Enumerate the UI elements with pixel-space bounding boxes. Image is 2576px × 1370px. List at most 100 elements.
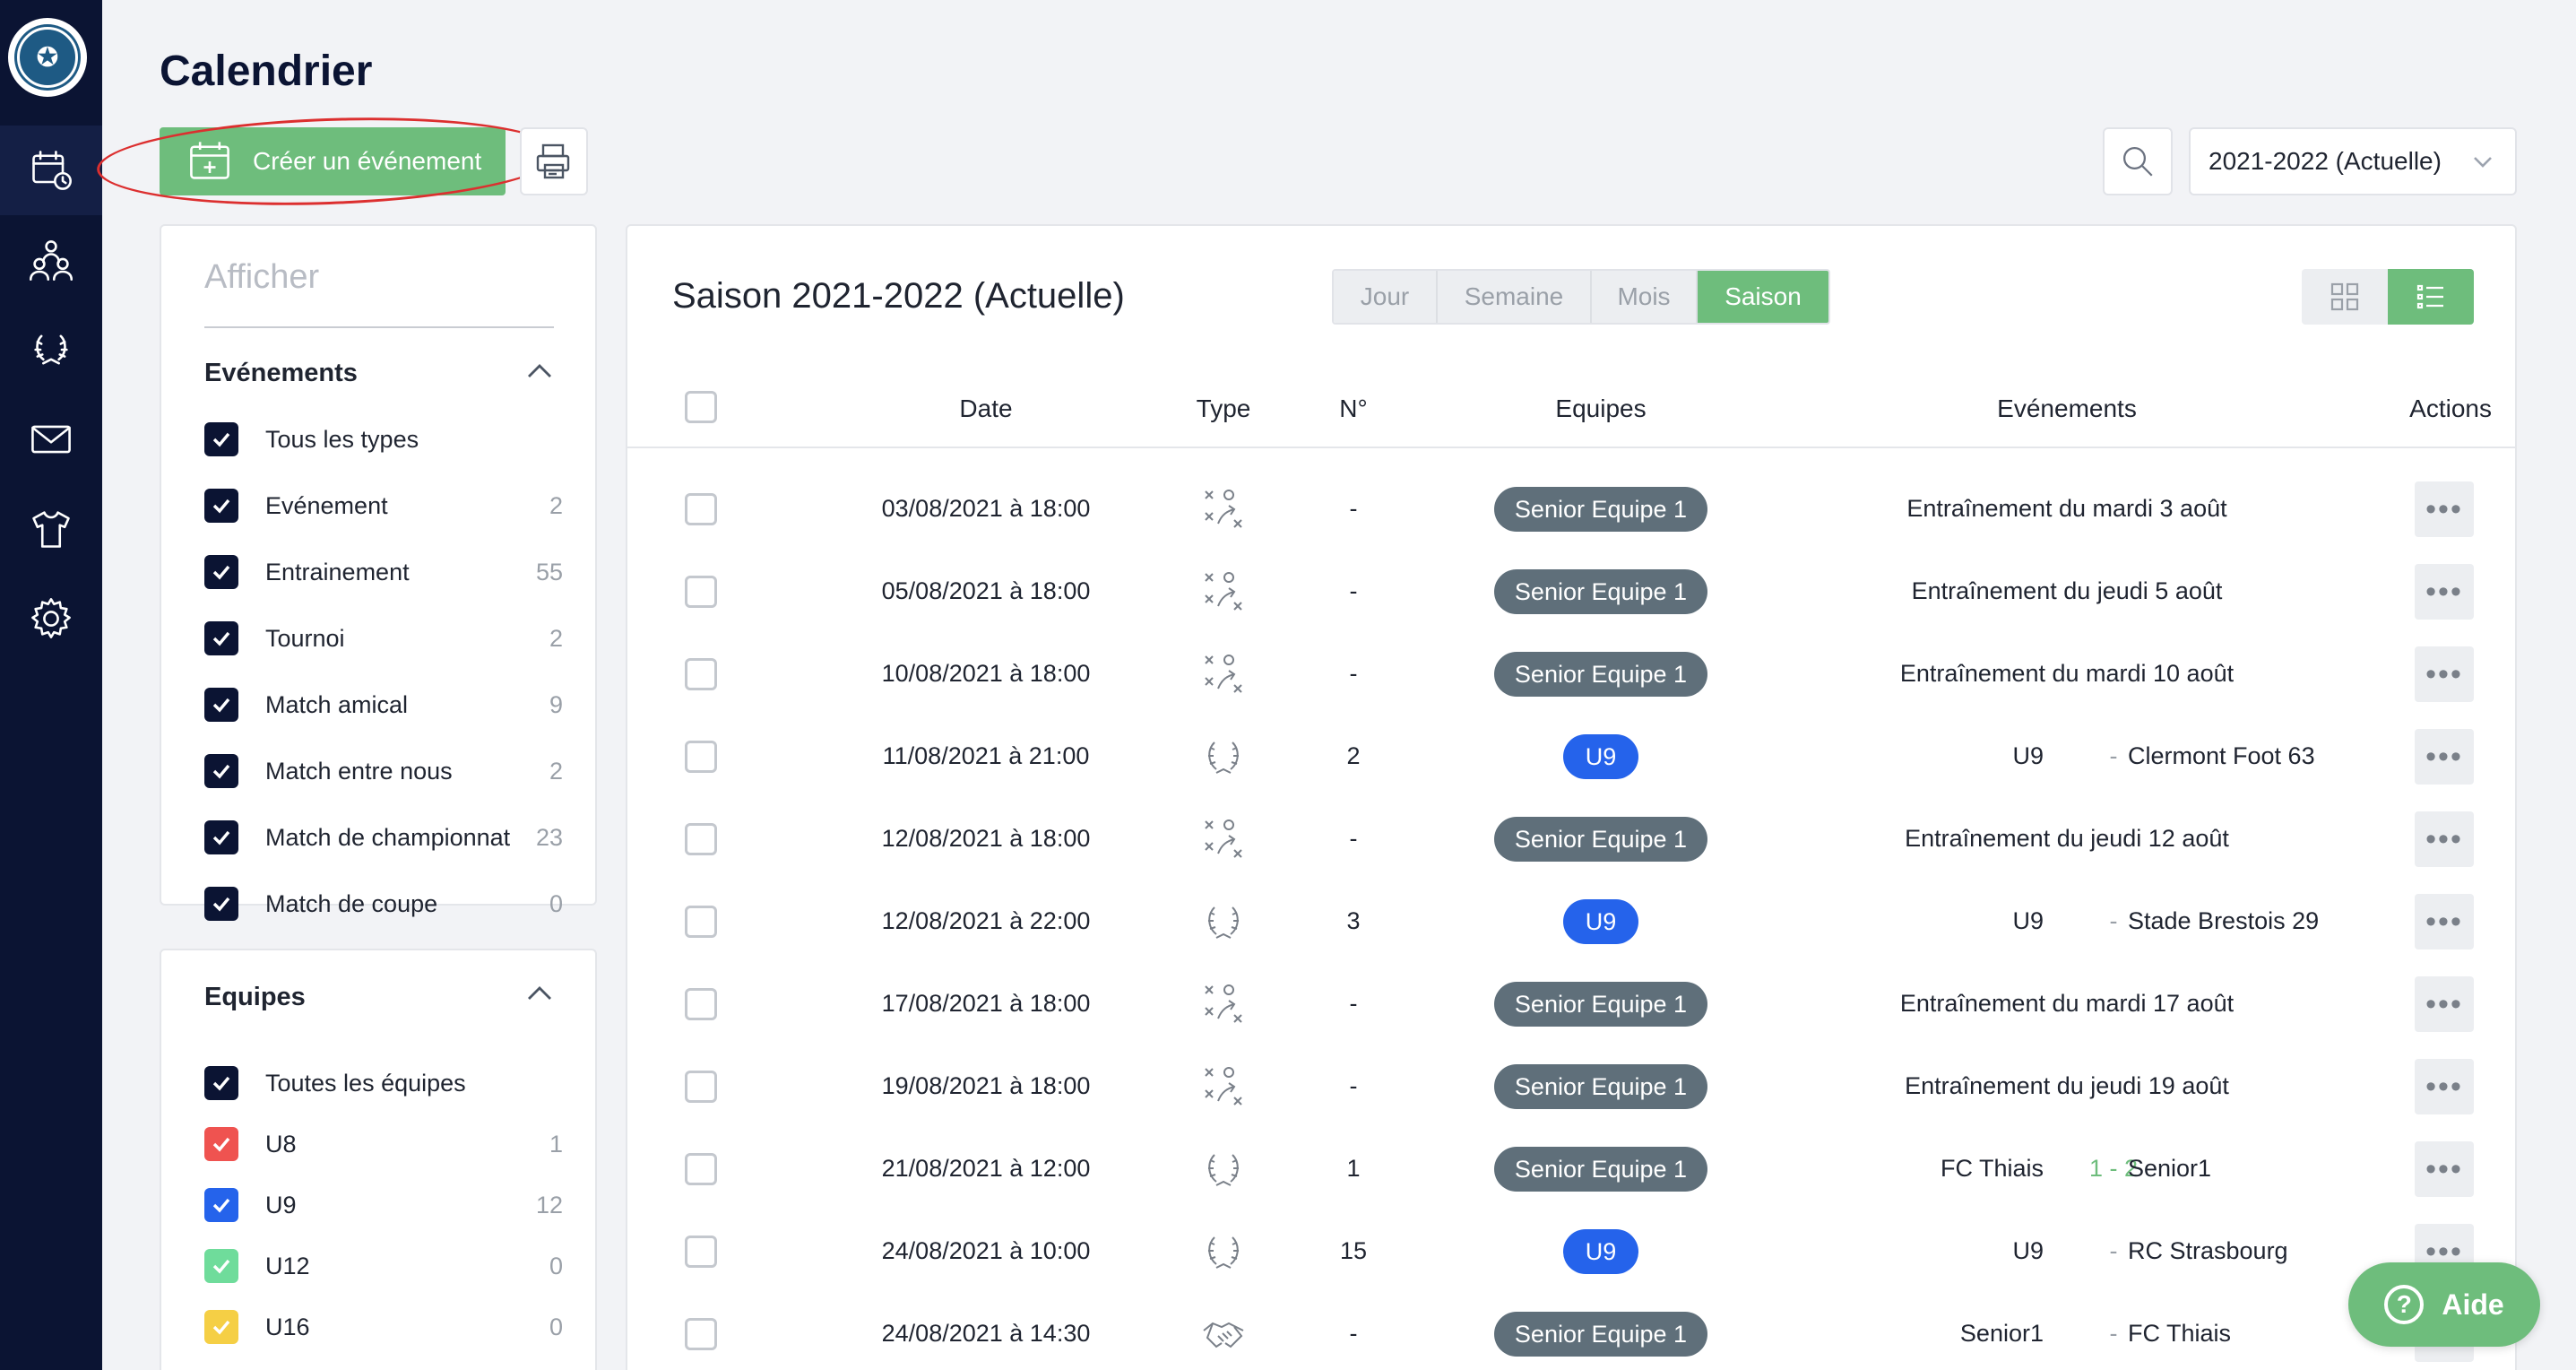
row-actions-button[interactable]: ••• bbox=[2415, 976, 2474, 1032]
option-label: Match de championnat bbox=[265, 823, 511, 851]
checkbox-checked[interactable] bbox=[204, 754, 238, 788]
row-actions-button[interactable]: ••• bbox=[2415, 729, 2474, 785]
row-checkbox[interactable] bbox=[685, 741, 717, 773]
row-actions-button[interactable]: ••• bbox=[2415, 1059, 2474, 1114]
team-badge[interactable]: Senior Equipe 1 bbox=[1494, 817, 1707, 862]
event-title[interactable]: Entraînement du mardi 3 août bbox=[1843, 495, 2291, 523]
event-filter-option[interactable]: Entrainement 55 bbox=[204, 554, 563, 590]
team-filter-option[interactable]: U8 1 bbox=[204, 1126, 563, 1162]
row-actions-button[interactable]: ••• bbox=[2415, 646, 2474, 702]
team-filter-option[interactable]: U16 0 bbox=[204, 1309, 563, 1345]
team-badge[interactable]: Senior Equipe 1 bbox=[1494, 982, 1707, 1027]
event-filter-option[interactable]: Match amical 9 bbox=[204, 687, 563, 723]
row-checkbox[interactable] bbox=[685, 658, 717, 690]
sidebar-item-settings[interactable] bbox=[0, 574, 102, 663]
row-checkbox[interactable] bbox=[685, 1236, 717, 1268]
row-date: 17/08/2021 à 18:00 bbox=[881, 990, 1091, 1017]
afficher-field[interactable]: Afficher bbox=[204, 258, 319, 297]
gear-icon bbox=[31, 598, 71, 638]
column-header-events[interactable]: Evénements bbox=[1932, 395, 2201, 423]
chevron-up-icon[interactable] bbox=[523, 977, 556, 1010]
sidebar-item-teams[interactable] bbox=[0, 215, 102, 305]
team-badge[interactable]: U9 bbox=[1563, 734, 1638, 779]
team-badge[interactable]: Senior Equipe 1 bbox=[1494, 1064, 1707, 1109]
checkbox-checked[interactable] bbox=[204, 1066, 238, 1100]
print-button[interactable] bbox=[520, 127, 588, 195]
row-checkbox[interactable] bbox=[685, 906, 717, 938]
row-checkbox[interactable] bbox=[685, 576, 717, 608]
column-header-teams[interactable]: Equipes bbox=[1529, 395, 1673, 423]
event-filter-option[interactable]: Tournoi 2 bbox=[204, 620, 563, 656]
checkbox-checked[interactable] bbox=[204, 621, 238, 655]
more-icon: ••• bbox=[2425, 1152, 2463, 1186]
tab-jour[interactable]: Jour bbox=[1334, 271, 1438, 323]
team-badge[interactable]: U9 bbox=[1563, 899, 1638, 944]
row-actions-button[interactable]: ••• bbox=[2415, 481, 2474, 537]
select-all-checkbox[interactable] bbox=[685, 391, 717, 423]
checkbox-checked[interactable] bbox=[204, 887, 238, 921]
sidebar-item-messages[interactable] bbox=[0, 395, 102, 484]
row-checkbox[interactable] bbox=[685, 1153, 717, 1185]
checkbox-checked[interactable] bbox=[204, 1310, 238, 1344]
event-title[interactable]: Entraînement du jeudi 19 août bbox=[1843, 1072, 2291, 1100]
row-number: 15 bbox=[1339, 1237, 1368, 1264]
row-checkbox[interactable] bbox=[685, 1071, 717, 1103]
sidebar-item-calendar[interactable] bbox=[0, 126, 102, 215]
team-filter-option[interactable]: Toutes les équipes bbox=[204, 1065, 563, 1101]
checkbox-checked[interactable] bbox=[204, 1127, 238, 1161]
tab-mois[interactable]: Mois bbox=[1592, 271, 1698, 323]
event-title[interactable]: Entraînement du mardi 10 août bbox=[1843, 660, 2291, 688]
event-filter-option[interactable]: Tous les types bbox=[204, 421, 563, 457]
grid-view-button[interactable] bbox=[2302, 269, 2388, 325]
team-badge[interactable]: Senior Equipe 1 bbox=[1494, 487, 1707, 532]
event-filter-option[interactable]: Match de championnat 23 bbox=[204, 819, 563, 855]
checkbox-checked[interactable] bbox=[204, 1249, 238, 1283]
option-count: 9 bbox=[549, 690, 563, 718]
checkbox-checked[interactable] bbox=[204, 820, 238, 854]
event-filter-option[interactable]: Match de coupe 0 bbox=[204, 886, 563, 922]
team-badge[interactable]: Senior Equipe 1 bbox=[1494, 652, 1707, 697]
row-date: 12/08/2021 à 18:00 bbox=[881, 825, 1091, 852]
away-team: Senior1 bbox=[2128, 1155, 2212, 1182]
row-actions-button[interactable]: ••• bbox=[2415, 894, 2474, 949]
checkbox-checked[interactable] bbox=[204, 422, 238, 456]
event-filter-option[interactable]: Match entre nous 2 bbox=[204, 753, 563, 789]
column-header-date[interactable]: Date bbox=[932, 395, 1040, 423]
home-team: U9 bbox=[2012, 1237, 2044, 1264]
event-filter-option[interactable]: Evénement 2 bbox=[204, 488, 563, 524]
list-view-button[interactable] bbox=[2388, 269, 2474, 325]
team-badge[interactable]: U9 bbox=[1563, 1229, 1638, 1274]
sidebar-item-equipment[interactable] bbox=[0, 484, 102, 574]
row-actions-button[interactable]: ••• bbox=[2415, 1141, 2474, 1197]
column-header-number[interactable]: N° bbox=[1300, 395, 1407, 423]
row-checkbox[interactable] bbox=[685, 1318, 717, 1350]
search-button[interactable] bbox=[2103, 127, 2173, 195]
club-logo[interactable]: ✪ bbox=[8, 18, 87, 97]
checkbox-checked[interactable] bbox=[204, 1188, 238, 1222]
event-title[interactable]: Entraînement du jeudi 5 août bbox=[1843, 577, 2291, 605]
column-header-type[interactable]: Type bbox=[1170, 395, 1277, 423]
help-button[interactable]: ? Aide bbox=[2348, 1262, 2540, 1347]
team-filter-option[interactable]: U9 12 bbox=[204, 1187, 563, 1223]
team-badge[interactable]: Senior Equipe 1 bbox=[1494, 1312, 1707, 1357]
team-badge[interactable]: Senior Equipe 1 bbox=[1494, 1147, 1707, 1192]
event-title[interactable]: Entraînement du jeudi 12 août bbox=[1843, 825, 2291, 853]
tab-saison[interactable]: Saison bbox=[1698, 271, 1828, 323]
event-title[interactable]: Entraînement du mardi 17 août bbox=[1843, 990, 2291, 1018]
option-count: 0 bbox=[549, 1313, 563, 1340]
chevron-up-icon[interactable] bbox=[523, 355, 556, 387]
checkbox-checked[interactable] bbox=[204, 489, 238, 523]
row-checkbox[interactable] bbox=[685, 988, 717, 1020]
season-select[interactable]: 2021-2022 (Actuelle) bbox=[2189, 127, 2517, 195]
tab-semaine[interactable]: Semaine bbox=[1438, 271, 1592, 323]
team-badge[interactable]: Senior Equipe 1 bbox=[1494, 569, 1707, 614]
row-checkbox[interactable] bbox=[685, 493, 717, 525]
checkbox-checked[interactable] bbox=[204, 555, 238, 589]
users-icon bbox=[29, 240, 73, 281]
row-actions-button[interactable]: ••• bbox=[2415, 564, 2474, 620]
row-actions-button[interactable]: ••• bbox=[2415, 811, 2474, 867]
team-filter-option[interactable]: U12 0 bbox=[204, 1248, 563, 1284]
checkbox-checked[interactable] bbox=[204, 688, 238, 722]
row-checkbox[interactable] bbox=[685, 823, 717, 855]
sidebar-item-competitions[interactable] bbox=[0, 305, 102, 395]
